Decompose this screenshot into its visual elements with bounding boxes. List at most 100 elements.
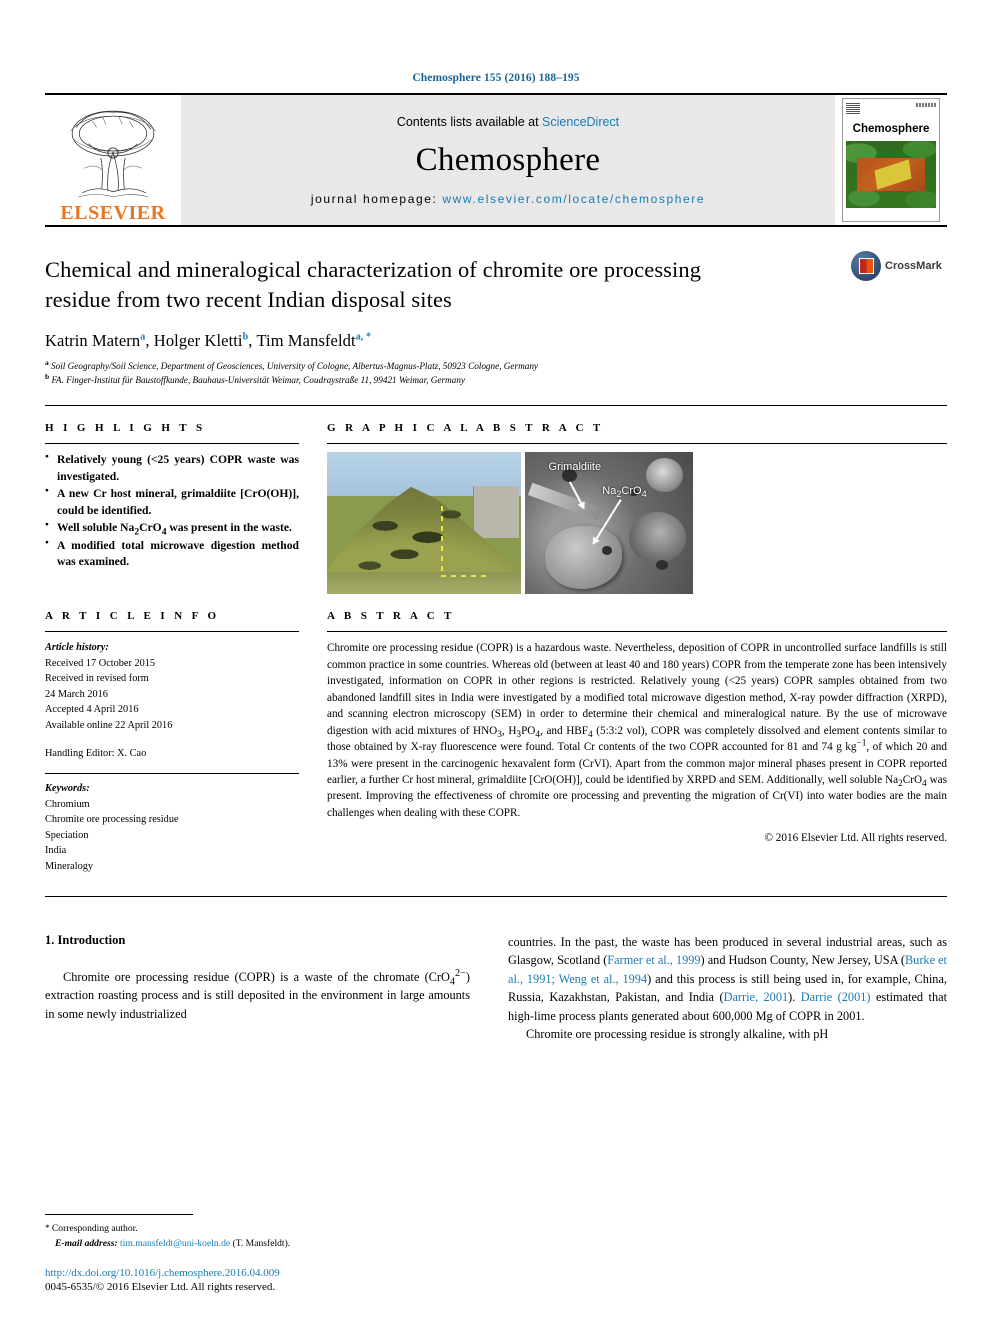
- homepage-url-link[interactable]: www.elsevier.com/locate/chemosphere: [442, 192, 705, 206]
- crossmark-book-icon: [858, 258, 874, 274]
- abstract-heading: A B S T R A C T: [327, 610, 455, 623]
- email-note: E-mail address: tim.mansfeldt@uni-koeln.…: [45, 1237, 505, 1251]
- list-item: Well soluble Na2CrO4 was present in the …: [45, 520, 299, 537]
- sem-pore: [602, 546, 613, 555]
- keywords-label: Keywords:: [45, 783, 90, 795]
- journal-cover-thumbnail: Chemosphere: [842, 98, 940, 222]
- abstract-copyright: © 2016 Elsevier Ltd. All rights reserved…: [764, 832, 948, 845]
- crossmark-label: CrossMark: [885, 260, 942, 272]
- article-info-rule: [45, 631, 299, 633]
- corresponding-marker: *: [45, 1223, 50, 1234]
- article-info-heading: A R T I C L E I N F O: [45, 610, 220, 623]
- citation-link[interactable]: Darrie (2001): [801, 990, 871, 1004]
- graphical-abstract-images: Grimaldiite Na2CrO4: [327, 452, 947, 595]
- introduction-left-text: Chromite ore processing residue (COPR) i…: [45, 968, 470, 1023]
- abstract-body: Chromite ore processing residue (COPR) i…: [327, 640, 947, 821]
- sem-label-sodium-chromate: Na2CrO4: [602, 485, 647, 500]
- highlight-text: Relatively young (<25 years) COPR waste …: [57, 453, 299, 483]
- highlight-text: A modified total microwave digestion met…: [57, 538, 299, 569]
- introduction-heading: 1. Introduction: [45, 933, 126, 948]
- keyword-item: Chromium: [45, 798, 90, 810]
- footnote-block: * Corresponding author. E-mail address: …: [45, 1214, 505, 1293]
- highlights-rule: [45, 443, 299, 445]
- author-affil-marker: b: [242, 331, 249, 343]
- sem-particle-large: [545, 526, 623, 589]
- author-name: Katrin Matern: [45, 330, 141, 350]
- highlight-text: A new Cr host mineral, grimaldiite [CrO(…: [57, 487, 299, 517]
- highlights-list: Relatively young (<25 years) COPR waste …: [45, 452, 299, 570]
- issn-copyright-line: 0045-6535/© 2016 Elsevier Ltd. All right…: [45, 1281, 276, 1293]
- crossmark-badge-inner: CrossMark: [851, 251, 945, 281]
- graphical-abstract-rule: [327, 443, 947, 445]
- citation-link[interactable]: Darrie, 2001: [724, 990, 789, 1004]
- cover-header: [846, 103, 936, 116]
- corresponding-author-note: * Corresponding author.: [45, 1222, 505, 1236]
- sem-needle-crystal: [528, 482, 603, 520]
- sem-micrograph: Grimaldiite Na2CrO4: [525, 452, 693, 595]
- crossmark-badge[interactable]: CrossMark: [851, 251, 945, 281]
- cover-leaf-shape: [874, 159, 912, 190]
- affiliation-text: Soil Geography/Soil Science, Department …: [51, 360, 538, 371]
- sciencedirect-link[interactable]: ScienceDirect: [542, 115, 619, 129]
- author-name: Holger Kletti: [153, 330, 243, 350]
- contents-line: Contents lists available at ScienceDirec…: [397, 115, 619, 129]
- doi-link[interactable]: http://dx.doi.org/10.1016/j.chemosphere.…: [45, 1267, 505, 1279]
- email-label: E-mail address:: [55, 1237, 118, 1249]
- body-columns: 1. Introduction Chromite ore processing …: [45, 933, 947, 1044]
- abstract-rule: [327, 631, 947, 633]
- elsevier-wordmark: ELSEVIER: [60, 202, 166, 224]
- article-history-label: Article history:: [45, 642, 109, 654]
- author-list: Katrin Materna, Holger Klettib, Tim Mans…: [45, 330, 372, 350]
- keyword-item: Chromite ore processing residue: [45, 814, 179, 826]
- body-paragraph: Chromite ore processing residue (COPR) i…: [45, 967, 470, 1021]
- cover-journal-title: Chemosphere: [852, 123, 930, 135]
- sem-pore: [656, 560, 668, 571]
- articleinfo-abstract-row: A R T I C L E I N F O Article history: R…: [45, 594, 947, 874]
- graphical-abstract-heading: G R A P H I C A L A B S T R A C T: [327, 422, 604, 435]
- journal-title: Chemosphere: [415, 141, 601, 178]
- body-paragraph: Chromite ore processing residue is stron…: [526, 1027, 829, 1042]
- homepage-prefix: journal homepage:: [310, 191, 443, 206]
- history-item: Received in revised form: [45, 673, 149, 685]
- corresponding-label: Corresponding author.: [51, 1223, 138, 1235]
- elsevier-logo: ELSEVIER: [45, 95, 181, 225]
- graphical-abstract-column: G R A P H I C A L A B S T R A C T Grimal…: [317, 406, 947, 595]
- article-info-column: A R T I C L E I N F O Article history: R…: [45, 594, 317, 874]
- history-item: Accepted 4 April 2016: [45, 704, 139, 716]
- keyword-item: India: [45, 845, 67, 857]
- running-head: Chemosphere 155 (2016) 188–195: [412, 72, 580, 84]
- citation-link[interactable]: Farmer et al., 1999: [607, 953, 700, 967]
- keywords-block: Keywords: Chromium Chromite ore processi…: [45, 781, 299, 874]
- list-item: A new Cr host mineral, grimaldiite [CrO(…: [45, 486, 299, 519]
- history-item: 24 March 2016: [45, 688, 108, 700]
- footnote-rule: [45, 1214, 193, 1216]
- abstract-column: A B S T R A C T Chromite ore processing …: [317, 594, 947, 874]
- paper-page: Chemosphere 155 (2016) 188–195 ELSEVIER …: [0, 0, 992, 1323]
- keyword-item: Mineralogy: [45, 860, 94, 872]
- abstract-paragraph: Chromite ore processing residue (COPR) i…: [327, 642, 947, 819]
- handling-editor: Handling Editor: X. Cao: [45, 747, 147, 759]
- history-item: Available online 22 April 2016: [45, 719, 173, 731]
- journal-homepage-line: journal homepage: www.elsevier.com/locat…: [311, 192, 705, 206]
- article-history-block: Article history: Received 17 October 201…: [45, 640, 299, 761]
- body-column-right: countries. In the past, the waste has be…: [496, 933, 947, 1044]
- author-name: Tim Mansfeldt: [256, 330, 356, 350]
- body-paragraph: countries. In the past, the waste has be…: [508, 935, 947, 1023]
- sem-label-grimaldiite: Grimaldiite: [548, 460, 602, 473]
- cover-issn-bar-icon: [916, 103, 936, 107]
- history-item: Received 17 October 2015: [45, 657, 156, 669]
- photo-ground: [327, 571, 521, 595]
- email-link[interactable]: tim.mansfeldt@uni-koeln.de: [120, 1238, 230, 1249]
- title-block: CrossMark Chemical and mineralogical cha…: [45, 227, 947, 387]
- email-suffix: (T. Mansfeldt).: [232, 1237, 291, 1249]
- affiliation-item: a Soil Geography/Soil Science, Departmen…: [45, 359, 947, 373]
- affiliation-marker: b: [45, 372, 50, 382]
- cover-footer: [846, 208, 936, 218]
- author-affil-marker: a, *: [355, 331, 372, 343]
- list-item: Relatively young (<25 years) COPR waste …: [45, 452, 299, 485]
- contents-prefix: Contents lists available at: [396, 114, 543, 129]
- elsevier-tree-icon: [69, 110, 157, 198]
- citation-link[interactable]: Burke et al., 1991; Weng et al., 1994: [508, 953, 947, 985]
- keywords-rule: [45, 773, 299, 775]
